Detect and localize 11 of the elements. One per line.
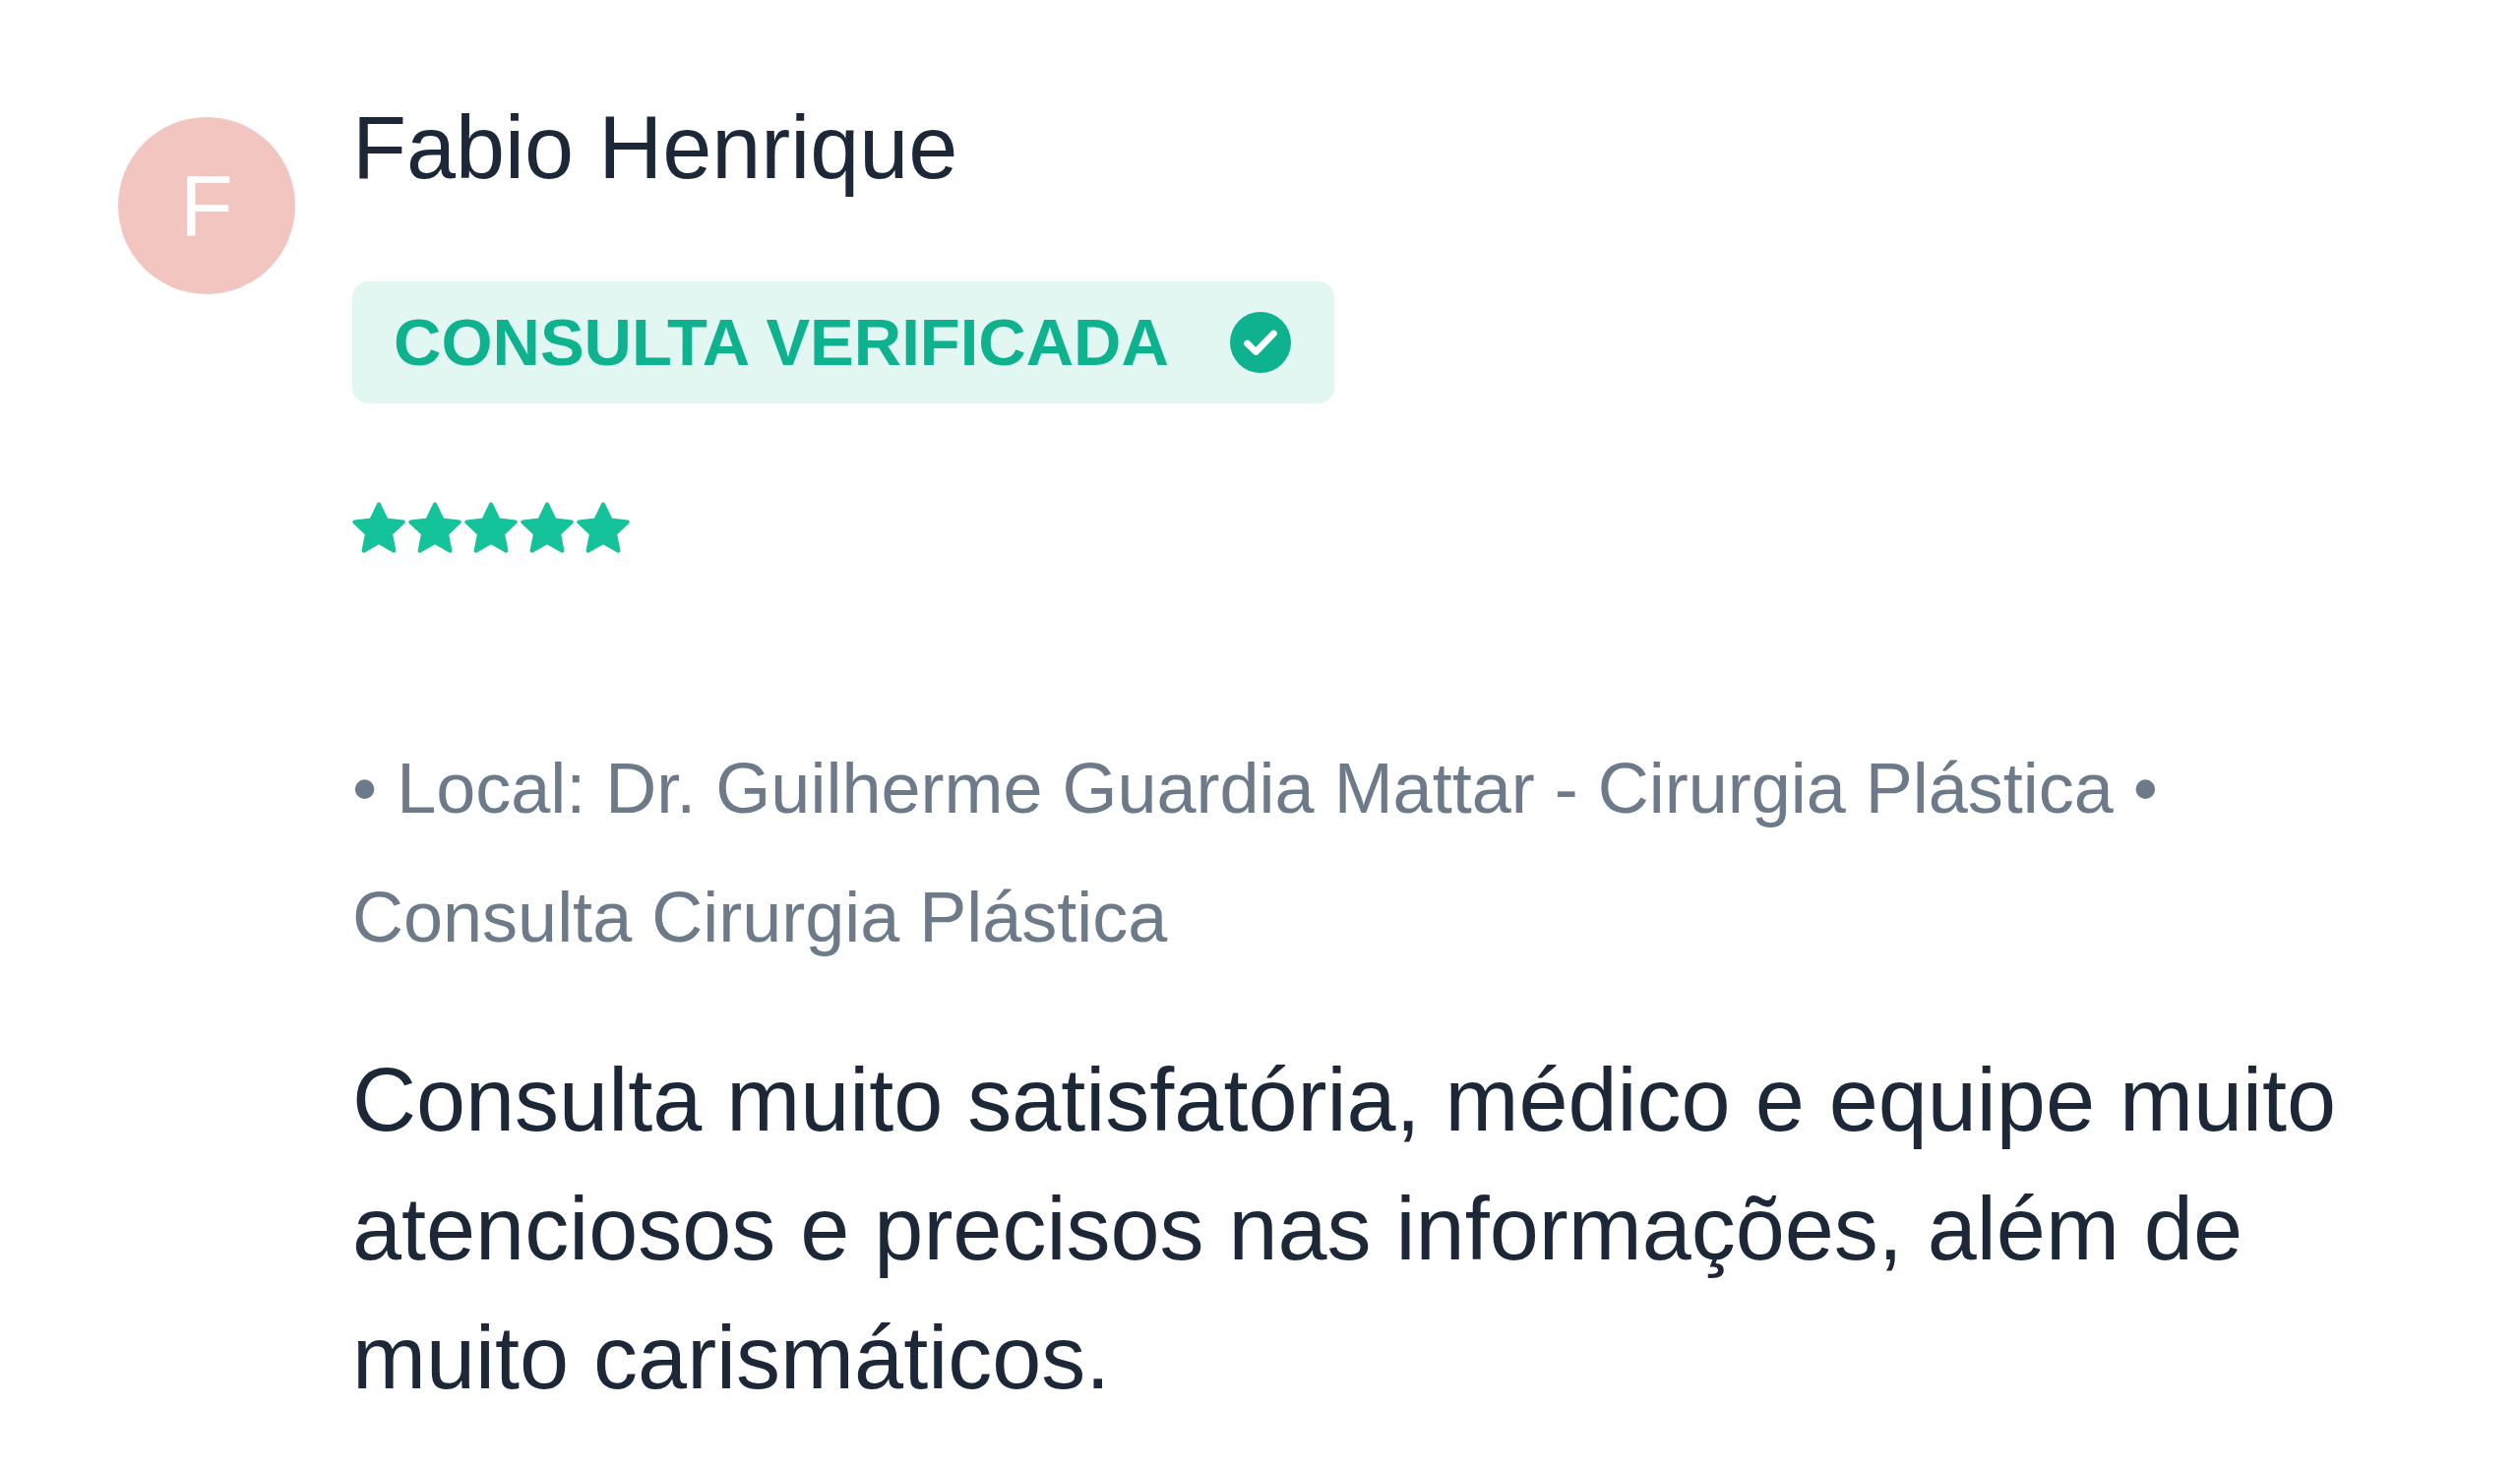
star-icon	[408, 501, 461, 553]
star-icon	[521, 501, 574, 553]
reviewer-name: Fabio Henrique	[352, 97, 958, 199]
badge-label: CONSULTA VERIFICADA	[394, 303, 1169, 380]
star-icon	[577, 501, 630, 553]
avatar: F	[118, 117, 295, 294]
review-text: Consulta muito satisfatória, médico e equipe muito atenciosos e precisos nas informações, além de muito carismáticos.	[352, 1049, 2338, 1409]
appointment-details: • Local: Dr. Guilherme Guardia Mattar - Cirurgia Plástica • Consulta Cirurgia Plástica	[352, 747, 2160, 958]
star-icon	[464, 501, 518, 553]
star-icon	[352, 501, 405, 553]
check-circle-icon	[1229, 311, 1291, 373]
